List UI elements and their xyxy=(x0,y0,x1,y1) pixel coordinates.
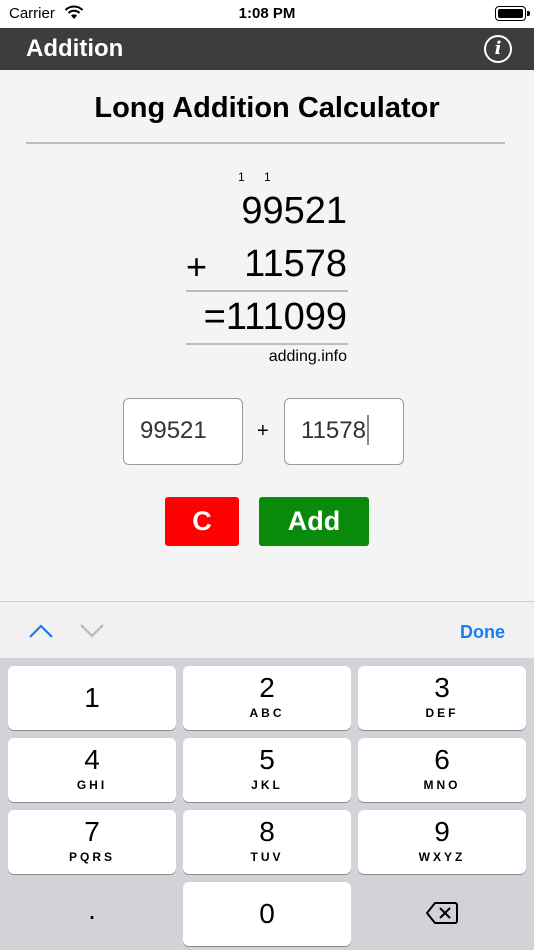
key-0[interactable]: 0 xyxy=(183,882,351,946)
key-2[interactable]: 2 ABC xyxy=(183,666,351,730)
key-5[interactable]: 5 JKL xyxy=(183,738,351,802)
key-letters: DEF xyxy=(425,706,459,720)
status-bar: Carrier 1:08 PM xyxy=(0,0,534,28)
status-time: 1:08 PM xyxy=(238,5,296,22)
done-button[interactable]: Done xyxy=(460,622,505,643)
backspace-icon xyxy=(426,902,458,924)
key-letters: MNO xyxy=(423,778,461,792)
key-1[interactable]: 1 xyxy=(8,666,176,730)
sum-divider xyxy=(186,290,348,292)
key-letters: WXYZ xyxy=(418,850,466,864)
key-digit: 1 xyxy=(84,682,100,713)
first-number-value: 99521 xyxy=(140,417,207,444)
key-digit: 9 xyxy=(434,816,450,847)
chevron-up-icon[interactable] xyxy=(28,622,54,640)
key-3[interactable]: 3 DEF xyxy=(358,666,526,730)
plus-sign: + xyxy=(186,246,208,287)
second-addend: 11578 xyxy=(244,243,347,285)
key-letters: PQRS xyxy=(68,850,115,864)
add-button[interactable]: Add xyxy=(259,497,369,546)
sum-result: =111099 xyxy=(203,296,347,338)
numeric-keypad: 1 2 ABC 3 DEF 4 GHI 5 JKL 6 MNO 7 PQRS 8… xyxy=(0,658,534,950)
backspace-key[interactable] xyxy=(358,882,526,946)
page-title: Long Addition Calculator xyxy=(94,92,440,124)
main-content: Long Addition Calculator 11 99521 + 1157… xyxy=(0,70,534,601)
carry-digit: 1 xyxy=(264,170,273,184)
key-8[interactable]: 8 TUV xyxy=(183,810,351,874)
key-digit: 4 xyxy=(84,744,100,775)
battery-icon xyxy=(495,6,530,21)
key-digit: 3 xyxy=(434,672,450,703)
input-plus-sign: + xyxy=(257,420,269,442)
text-cursor xyxy=(366,414,369,445)
chevron-down-icon[interactable] xyxy=(79,622,105,640)
info-icon[interactable]: i xyxy=(484,35,512,63)
keyboard-toolbar: Done xyxy=(0,601,534,658)
key-digit: 7 xyxy=(84,816,100,847)
first-number-input[interactable]: 99521 xyxy=(123,398,243,465)
carry-row: 11 xyxy=(238,170,290,184)
title-divider xyxy=(26,142,505,144)
clear-button[interactable]: C xyxy=(165,497,239,546)
key-7[interactable]: 7 PQRS xyxy=(8,810,176,874)
carry-digit: 1 xyxy=(238,170,247,184)
nav-title: Addition xyxy=(26,35,124,62)
key-4[interactable]: 4 GHI xyxy=(8,738,176,802)
key-digit: 2 xyxy=(259,672,275,703)
key-letters: JKL xyxy=(251,778,283,792)
decimal-key[interactable]: . xyxy=(8,882,176,946)
key-digit: 6 xyxy=(434,744,450,775)
key-9[interactable]: 9 WXYZ xyxy=(358,810,526,874)
result-divider xyxy=(186,343,348,345)
key-digit: 5 xyxy=(259,744,275,775)
second-number-value: 11578 xyxy=(301,417,366,444)
key-6[interactable]: 6 MNO xyxy=(358,738,526,802)
key-digit: 8 xyxy=(259,816,275,847)
credit-text: adding.info xyxy=(268,348,347,365)
key-letters: ABC xyxy=(249,706,285,720)
second-number-input[interactable]: 11578 xyxy=(284,398,404,465)
nav-bar: Addition i xyxy=(0,28,534,70)
key-letters: TUV xyxy=(250,850,284,864)
key-letters: GHI xyxy=(76,778,108,792)
first-addend: 99521 xyxy=(241,190,347,232)
key-digit: 0 xyxy=(259,898,275,929)
